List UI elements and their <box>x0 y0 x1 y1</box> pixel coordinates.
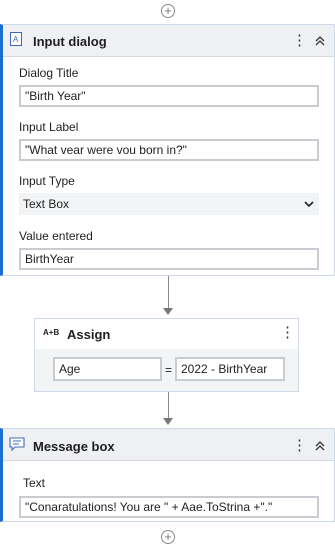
message-text-field[interactable]: "Conaratulations! You are " + Aae.ToStri… <box>19 496 319 518</box>
value-entered-field[interactable]: BirthYear <box>19 248 319 270</box>
message-box-menu-icon[interactable]: ⋮ <box>292 438 307 453</box>
input-label-field[interactable]: "What vear were vou born in?" <box>19 139 319 161</box>
connector-arrow-icon <box>163 418 173 425</box>
chevron-down-icon <box>304 201 314 208</box>
assign-operator: = <box>165 363 173 377</box>
add-activity-top-button[interactable]: + <box>161 4 175 18</box>
input-type-label: Input Type <box>19 174 75 188</box>
connector-line <box>168 392 169 420</box>
input-dialog-title: Input dialog <box>33 34 107 49</box>
message-text-label: Text <box>23 476 46 490</box>
assign-right-field[interactable]: 2022 - BirthYear <box>175 357 285 381</box>
dialog-title-field[interactable]: "Birth Year" <box>19 85 319 107</box>
assign-menu-icon[interactable]: ⋮ <box>280 325 295 340</box>
input-dialog-card[interactable]: A Input dialog ⋮ Dialog Title "Birth Yea… <box>0 24 335 276</box>
assign-card[interactable]: A+B Assign ⋮ Age = 2022 - BirthYear <box>34 318 299 392</box>
assign-icon: A+B <box>43 328 60 337</box>
assign-left-field[interactable]: Age <box>53 357 162 381</box>
message-box-header[interactable]: Message box ⋮ <box>3 429 334 461</box>
input-label-label: Input Label <box>19 120 79 134</box>
input-dialog-header[interactable]: A Input dialog ⋮ <box>3 25 334 57</box>
value-entered-label: Value entered <box>19 229 93 243</box>
add-activity-bottom-button[interactable]: + <box>161 530 175 544</box>
input-dialog-icon: A <box>10 32 22 46</box>
dialog-title-label: Dialog Title <box>19 66 79 80</box>
input-dialog-collapse-icon[interactable] <box>314 35 326 47</box>
input-type-select[interactable]: Text Box <box>19 193 319 215</box>
message-icon <box>9 437 25 451</box>
input-dialog-menu-icon[interactable]: ⋮ <box>292 33 307 48</box>
svg-text:A: A <box>13 35 19 44</box>
assign-header[interactable]: A+B Assign ⋮ <box>35 319 298 349</box>
connector-arrow-icon <box>163 308 173 315</box>
message-box-card[interactable]: Message box ⋮ Text "Conaratulations! You… <box>0 428 335 522</box>
message-box-collapse-icon[interactable] <box>314 440 326 452</box>
assign-title: Assign <box>67 327 111 342</box>
message-box-title: Message box <box>33 439 115 454</box>
input-type-value: Text Box <box>23 197 70 211</box>
connector-line <box>168 276 169 310</box>
